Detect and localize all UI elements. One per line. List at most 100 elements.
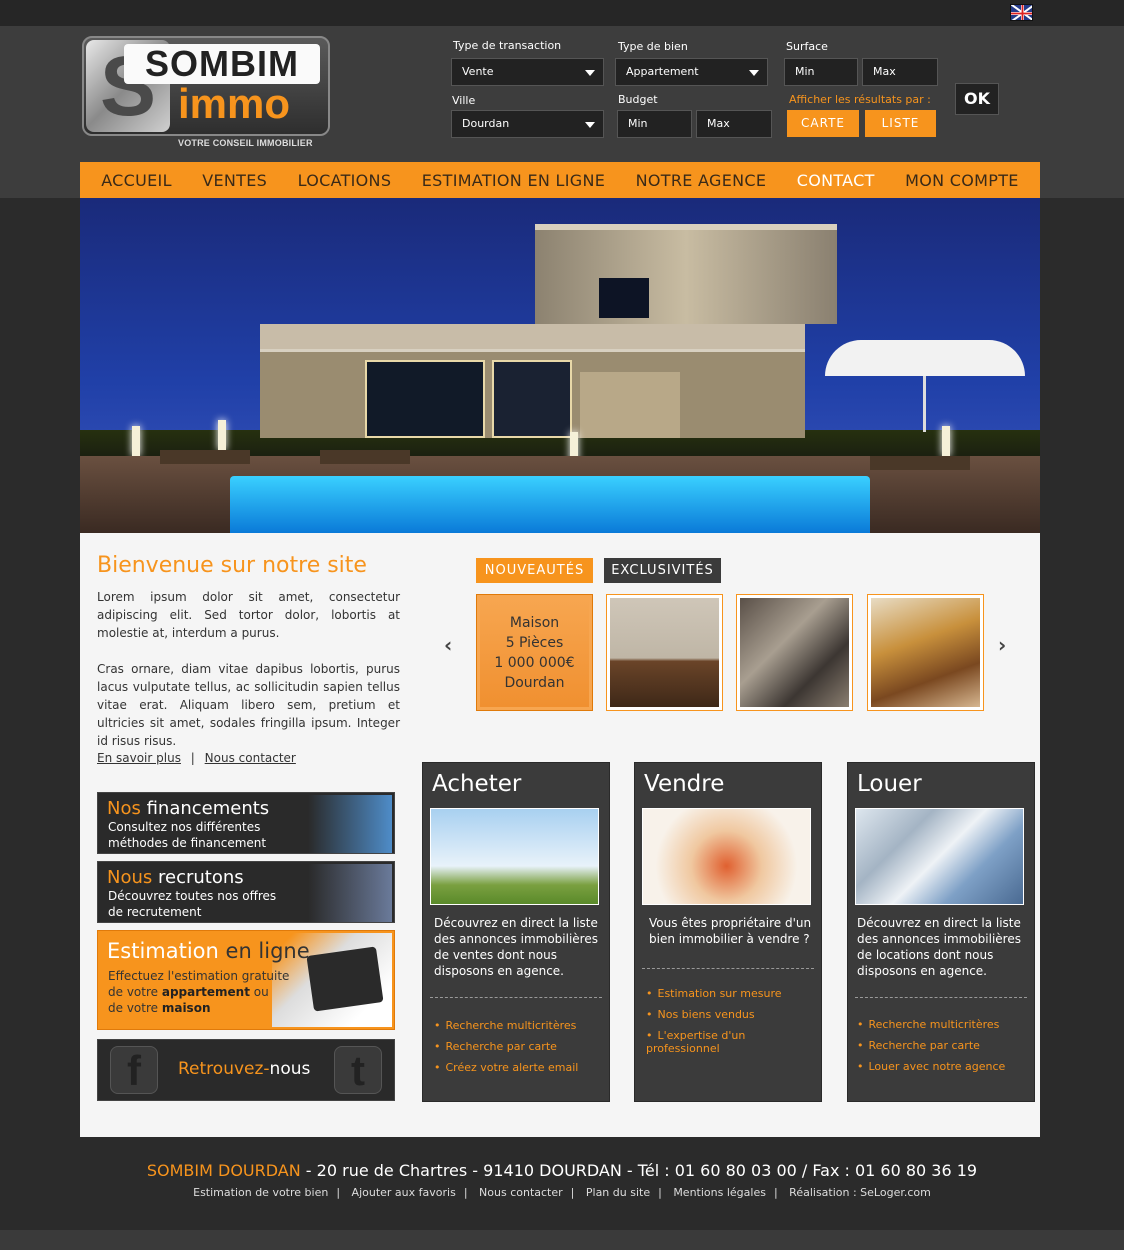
budget-max-placeholder: Max — [707, 117, 730, 130]
social-panel: f Retrouvez-nous t — [97, 1039, 395, 1101]
budget-max-input[interactable]: Max — [696, 110, 772, 138]
financements-title-a: Nos — [107, 798, 141, 819]
nav-agence[interactable]: NOTRE AGENCE — [636, 171, 767, 190]
welcome-links: En savoir plus | Nous contacter — [97, 751, 296, 765]
nav-contact[interactable]: CONTACT — [797, 171, 875, 190]
card-louer: Louer Découvrez en direct la liste des a… — [847, 762, 1035, 1102]
carousel-prev-icon[interactable]: ‹ — [444, 633, 452, 657]
footer-address-text: - 20 rue de Chartres - 91410 DOURDAN - T… — [300, 1161, 978, 1180]
card-vendre-links: Estimation sur mesure Nos biens vendus L… — [646, 987, 806, 1063]
card-louer-title[interactable]: Louer — [857, 771, 922, 797]
welcome-paragraph-1: Lorem ipsum dolor sit amet, consectetur … — [97, 590, 400, 640]
nav-estimation[interactable]: ESTIMATION EN LIGNE — [422, 171, 605, 190]
estimation-text-2a: de votre — [108, 985, 162, 999]
featured-price: 1 000 000€ — [494, 654, 575, 671]
listing-featured[interactable]: Maison 5 Pièces 1 000 000€ Dourdan — [476, 594, 593, 711]
nav-ventes[interactable]: VENTES — [202, 171, 267, 190]
twitter-icon[interactable]: t — [334, 1046, 382, 1094]
nav-accueil[interactable]: ACCUEIL — [101, 171, 172, 190]
listing-photo — [740, 598, 849, 707]
tab-nouveautes[interactable]: NOUVEAUTÉS — [476, 558, 593, 583]
card-link[interactable]: Recherche multicritères — [857, 1018, 1005, 1031]
card-acheter-title[interactable]: Acheter — [432, 771, 521, 797]
footer-link[interactable]: Plan du site — [586, 1186, 650, 1199]
footer-link[interactable]: Mentions légales — [673, 1186, 766, 1199]
surface-min-input[interactable]: Min — [784, 58, 858, 86]
facebook-icon[interactable]: f — [110, 1046, 158, 1094]
liste-button[interactable]: LISTE — [865, 110, 936, 137]
hero-lamp — [942, 426, 950, 456]
card-link[interactable]: Recherche par carte — [857, 1039, 1005, 1052]
card-vendre: Vendre Vous êtes propriétaire d'un bien … — [634, 762, 822, 1102]
hero-umbrella-pole — [923, 376, 926, 432]
estimation-text-2b: appartement — [161, 985, 250, 999]
ok-button[interactable]: OK — [955, 83, 999, 115]
tab-exclusivites[interactable]: EXCLUSIVITÉS — [604, 558, 721, 583]
carousel-next-icon[interactable]: › — [998, 633, 1006, 657]
listing-thumb[interactable] — [736, 594, 853, 711]
hero-house-upper — [535, 224, 837, 324]
bottom-bar — [0, 1230, 1124, 1250]
nav-locations[interactable]: LOCATIONS — [298, 171, 392, 190]
en-savoir-plus-link[interactable]: En savoir plus — [97, 751, 181, 765]
logo-bottom-text: immo — [178, 80, 291, 127]
chevron-down-icon — [585, 122, 595, 128]
listing-photo — [610, 598, 719, 707]
card-divider — [855, 997, 1027, 998]
couple-house-image — [430, 808, 599, 905]
logo-tagline: VOTRE CONSEIL IMMOBILIER — [178, 138, 313, 148]
footer-links: Estimation de votre bien | Ajouter aux fa… — [193, 1186, 931, 1199]
financements-text-2: méthodes de financement — [108, 836, 267, 850]
nous-contacter-link[interactable]: Nous contacter — [205, 751, 296, 765]
card-divider — [430, 997, 602, 998]
logo-top-text: SOMBIM — [124, 44, 320, 84]
card-link[interactable]: Recherche multicritères — [434, 1019, 578, 1032]
ville-select[interactable]: Dourdan — [451, 110, 604, 138]
carte-button[interactable]: CARTE — [787, 110, 859, 137]
footer-link[interactable]: Ajouter aux favoris — [352, 1186, 456, 1199]
estimation-panel[interactable]: Estimation en ligne Effectuez l'estimati… — [97, 930, 395, 1030]
footer-link[interactable]: Estimation de votre bien — [193, 1186, 328, 1199]
featured-rooms: 5 Pièces — [505, 634, 564, 651]
recrutement-title-b: recrutons — [152, 867, 244, 888]
card-link[interactable]: Recherche par carte — [434, 1040, 578, 1053]
footer-company: SOMBIM DOURDAN — [146, 1161, 301, 1180]
house-in-hand-icon — [308, 795, 392, 853]
card-link[interactable]: L'expertise d'un professionnel — [646, 1029, 806, 1055]
card-louer-text: Découvrez en direct la liste des annonce… — [857, 916, 1021, 978]
bien-value: Appartement — [626, 65, 699, 78]
card-vendre-title[interactable]: Vendre — [644, 771, 724, 797]
card-link[interactable]: Louer avec notre agence — [857, 1060, 1006, 1073]
budget-min-input[interactable]: Min — [617, 110, 692, 138]
card-link[interactable]: Créez votre alerte email — [434, 1061, 579, 1074]
recrutement-panel[interactable]: Nous recrutons Découvrez toutes nos offr… — [97, 861, 395, 923]
hero-lamp — [218, 420, 226, 450]
card-link[interactable]: Estimation sur mesure — [646, 987, 806, 1000]
nav-compte[interactable]: MON COMPTE — [905, 171, 1019, 190]
surface-max-placeholder: Max — [873, 65, 896, 78]
listing-thumb[interactable] — [606, 594, 723, 711]
footer-link[interactable]: Réalisation : SeLoger.com — [789, 1186, 931, 1199]
surface-label: Surface — [786, 40, 828, 53]
financements-title: Nos financements — [107, 798, 269, 819]
card-acheter-text: Découvrez en direct la liste des annonce… — [434, 916, 598, 978]
estimation-text-2c: ou — [249, 985, 269, 999]
footer-address: SOMBIM DOURDAN - 20 rue de Chartres - 91… — [0, 1161, 1124, 1180]
card-link[interactable]: Nos biens vendus — [646, 1008, 806, 1021]
logo[interactable]: S SOMBIM immo VOTRE CONSEIL IMMOBILIER — [82, 36, 332, 151]
listing-photo — [871, 598, 980, 707]
hero-lamp — [132, 426, 140, 456]
uk-flag-icon[interactable] — [1010, 4, 1033, 21]
social-text-a: Retrouvez- — [178, 1059, 270, 1079]
chevron-down-icon — [585, 70, 595, 76]
financements-panel[interactable]: Nos financements Consultez nos différent… — [97, 792, 395, 854]
featured-city: Dourdan — [504, 674, 565, 691]
bien-select[interactable]: Appartement — [615, 58, 768, 86]
recrutement-title: Nous recrutons — [107, 867, 244, 888]
surface-max-input[interactable]: Max — [862, 58, 938, 86]
top-strip — [0, 0, 1124, 26]
listing-thumb[interactable] — [867, 594, 984, 711]
card-acheter: Acheter Découvrez en direct la liste des… — [422, 762, 610, 1102]
transaction-select[interactable]: Vente — [451, 58, 604, 86]
footer-link[interactable]: Nous contacter — [479, 1186, 563, 1199]
